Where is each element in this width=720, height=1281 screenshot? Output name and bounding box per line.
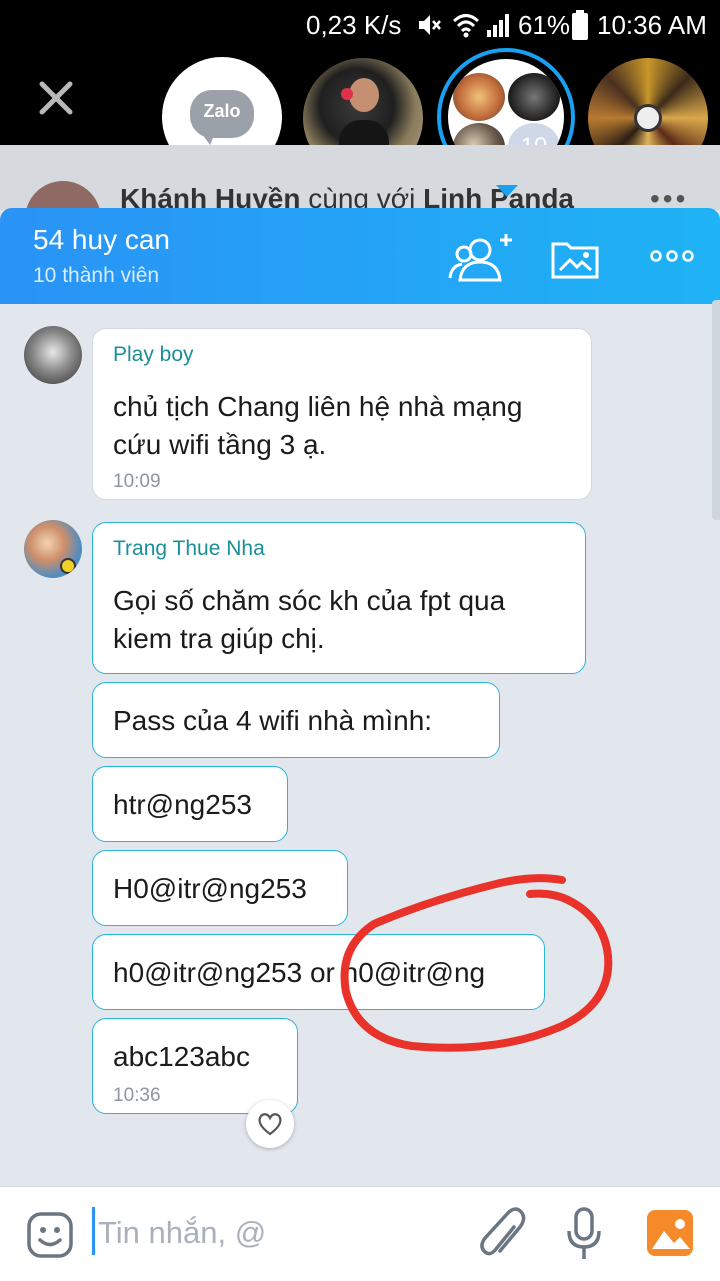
red-circle-annotation (340, 874, 613, 1052)
message-bubble[interactable]: H0@itr@ng253 (92, 850, 348, 926)
sender-avatar-play-boy[interactable] (24, 326, 82, 384)
message-input[interactable]: Tin nhắn, @ (98, 1215, 266, 1251)
battery-icon (572, 10, 588, 40)
message-bubble[interactable]: Play boy chủ tịch Chang liên hệ nhà mạng… (92, 328, 592, 500)
message-text: Pass của 4 wifi nhà mình: (113, 705, 433, 736)
signal-icon (487, 14, 509, 37)
text-cursor (92, 1207, 95, 1255)
network-speed: 0,23 K/s (306, 10, 402, 40)
close-icon[interactable] (38, 80, 74, 116)
more-options-icon[interactable] (650, 250, 694, 262)
media-folder-icon[interactable] (550, 236, 600, 280)
sender-avatar-trang[interactable] (24, 520, 82, 578)
background-notification: Khánh Huyền cùng với Linh Panda ••• (0, 145, 720, 210)
clock: 10:36 AM (597, 10, 707, 40)
message-bubble[interactable]: Pass của 4 wifi nhà mình: (92, 682, 500, 758)
message-time: 10:09 (113, 471, 161, 492)
message-text: chủ tịch Chang liên hệ nhà mạng (113, 391, 523, 422)
sticker-emoji-icon[interactable] (26, 1211, 74, 1259)
group-member-photo-bw (508, 73, 560, 121)
chat-header: 54 huy can 10 thành viên (0, 208, 720, 304)
notification-avatar (25, 181, 101, 210)
attachment-icon[interactable] (480, 1207, 526, 1263)
member-count: 10 thành viên (33, 264, 160, 287)
message-text: H0@itr@ng253 (113, 873, 307, 904)
message-input-bar: Tin nhắn, @ (0, 1186, 720, 1281)
chat-heads-bar: Zalo 10 (0, 48, 720, 197)
sender-name[interactable]: Play boy (113, 343, 194, 367)
mute-icon (419, 15, 441, 35)
message-time: 10:36 (113, 1085, 161, 1106)
status-bar: 0,23 K/s 61% 10:36 AM (0, 0, 720, 50)
sender-name[interactable]: Trang Thue Nha (113, 537, 265, 561)
selected-pointer (496, 185, 518, 197)
message-text: cứu wifi tầng 3 ạ. (113, 429, 327, 460)
heart-icon (258, 1113, 282, 1136)
group-member-photo-sunset (453, 73, 505, 121)
scrollbar[interactable] (712, 300, 720, 520)
message-text: htr@ng253 (113, 789, 252, 820)
add-member-icon[interactable] (448, 230, 514, 286)
gallery-photo-icon[interactable] (646, 1209, 694, 1257)
key-badge-icon (60, 558, 76, 574)
react-button[interactable] (246, 1100, 294, 1148)
group-title[interactable]: 54 huy can (33, 224, 170, 256)
message-bubble[interactable]: htr@ng253 (92, 766, 288, 842)
microphone-icon[interactable] (566, 1207, 602, 1263)
message-text: abc123abc (113, 1041, 251, 1072)
wifi-icon (452, 14, 480, 38)
more-icon-dim: ••• (650, 183, 689, 210)
zalo-logo-text: Zalo (203, 101, 241, 121)
battery-percent: 61% (518, 10, 571, 40)
message-text: kiem tra giúp chị. (113, 623, 325, 654)
message-text: Gọi số chăm sóc kh của fpt qua (113, 585, 506, 616)
message-bubble[interactable]: Trang Thue Nha Gọi số chăm sóc kh của fp… (92, 522, 586, 674)
